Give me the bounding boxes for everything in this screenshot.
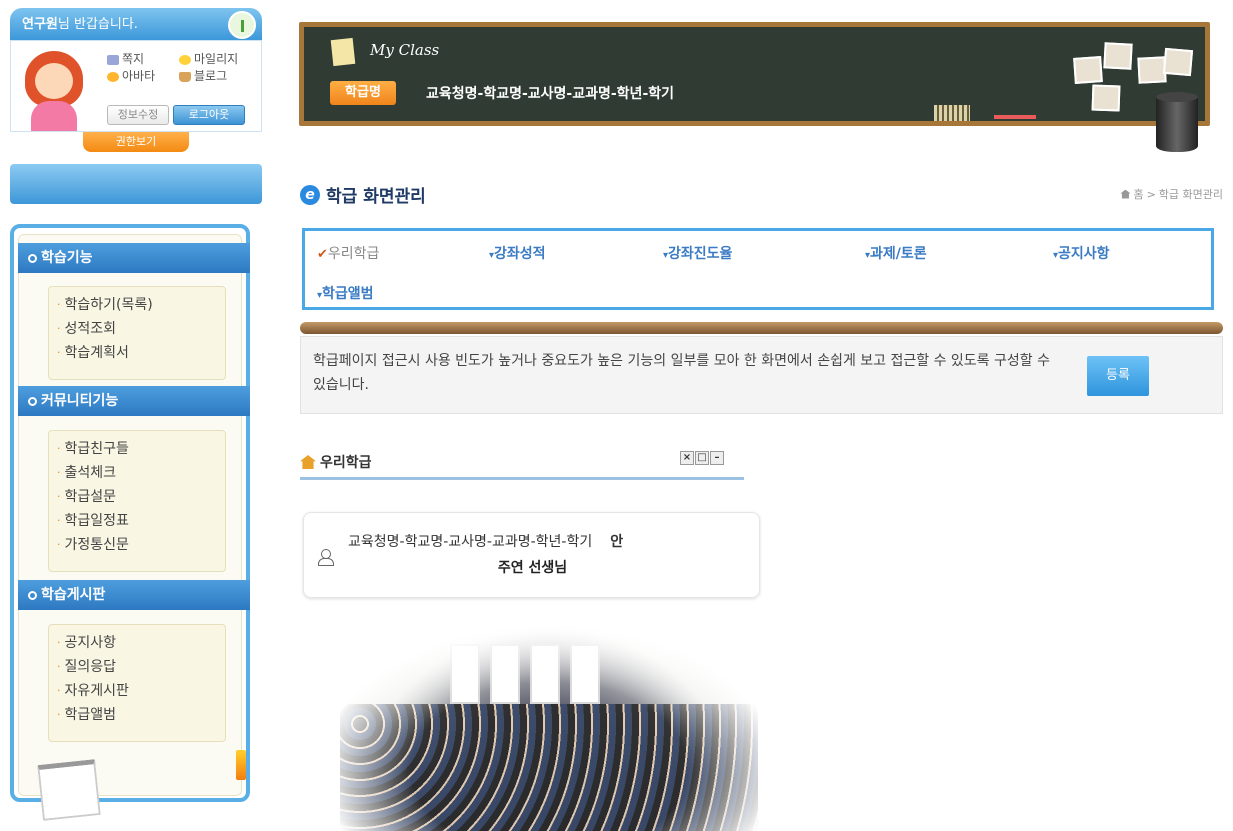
wood-divider — [300, 322, 1223, 334]
register-button[interactable]: 등록 — [1087, 356, 1149, 396]
sidebar-item-newsletter[interactable]: · 가정통신문 — [57, 533, 225, 557]
sidebar-item-survey[interactable]: · 학급설문 — [57, 485, 225, 509]
circle-icon — [28, 591, 37, 600]
tab-box: ✔우리학급 ▾강좌성적 ▾강좌진도율 ▾과제/토론 ▾공지사항 ▾학급앨범 — [302, 228, 1214, 310]
profile-menu: 쪽지 마일리지 아바타 블로그 — [107, 51, 257, 85]
avatar — [17, 45, 95, 131]
sidebar-item-free-board[interactable]: · 자유게시판 — [57, 679, 225, 703]
sidebar-item-notice[interactable]: · 공지사항 — [57, 631, 225, 655]
circle-icon — [28, 397, 37, 406]
circle-icon — [28, 254, 37, 263]
eraser-icon — [934, 105, 970, 121]
breadcrumb-home[interactable]: 홈 — [1133, 186, 1143, 202]
pen-cup-icon — [1156, 92, 1198, 152]
home-icon — [1120, 189, 1131, 199]
sidebar-list-community: · 학급친구들 · 출석체크 · 학급설문 · 학급일정표 · 가정통신문 — [48, 430, 226, 572]
sidebar-list-learning: · 학습하기(목록) · 성적조회 · 학습계획서 — [48, 286, 226, 380]
note-icon — [107, 54, 119, 65]
blog-icon — [179, 71, 191, 82]
chalk-icon — [994, 115, 1036, 119]
profile-menu-blog[interactable]: 블로그 — [179, 68, 251, 85]
sidebar-section-board: 학습게시판 — [18, 580, 250, 610]
sidebar-item-grades[interactable]: · 성적조회 — [57, 317, 225, 341]
teacher-name: 주연 선생님 — [497, 560, 568, 576]
edit-info-button[interactable]: 정보수정 — [107, 105, 169, 125]
tab-class-album[interactable]: ▾학급앨범 — [317, 283, 374, 303]
sidebar-list-board: · 공지사항 · 질의응답 · 자유게시판 · 학급앨범 — [48, 624, 226, 742]
chalkboard: My Class 학급명 교육청명-학교명-교사명-교과명-학년-학기 — [304, 27, 1205, 121]
profile-box: 연구원님 반갑습니다. 쪽지 마일리지 아바타 블로그 정보수정 로그아웃 권한… — [10, 8, 262, 152]
class-banner: My Class 학급명 교육청명-학교명-교사명-교과명-학년-학기 — [299, 22, 1210, 126]
page-title: e 학급 화면관리 — [300, 182, 426, 207]
close-icon[interactable]: × — [680, 451, 694, 465]
breadcrumb: 홈 > 학급 화면관리 — [1120, 186, 1223, 202]
sidebar-item-schedule[interactable]: · 학급일정표 — [57, 509, 225, 533]
class-name-tab: 학급명 — [330, 81, 396, 105]
tab-our-class[interactable]: ✔우리학급 — [317, 243, 379, 263]
tab-notices[interactable]: ▾공지사항 — [1053, 243, 1110, 263]
description-box: 학급페이지 접근시 사용 빈도가 높거나 중요도가 높은 기능의 일부를 모아 … — [300, 336, 1223, 414]
coin-icon — [179, 54, 191, 65]
profile-menu-mileage[interactable]: 마일리지 — [179, 51, 251, 68]
widget-controls: × □ – — [680, 451, 724, 465]
sidebar-section-community: 커뮤니티기능 — [18, 386, 250, 416]
user-name: 연구원 — [22, 17, 58, 32]
sidebar-item-album[interactable]: · 학급앨범 — [57, 703, 225, 727]
minimize-icon[interactable]: – — [710, 451, 724, 465]
widget-title: 우리학급 — [300, 452, 372, 472]
breadcrumb-separator: > — [1146, 187, 1156, 201]
e-badge-icon: e — [300, 184, 320, 205]
check-icon: ✔ — [317, 247, 328, 262]
profile-card: 쪽지 마일리지 아바타 블로그 정보수정 로그아웃 — [10, 40, 262, 132]
tab-course-progress[interactable]: ▾강좌진도율 — [663, 243, 732, 263]
description-text: 학급페이지 접근시 사용 빈도가 높거나 중요도가 높은 기능의 일부를 모아 … — [313, 353, 1050, 393]
memo-icon — [330, 37, 356, 67]
banner-class-info: 교육청명-학교명-교사명-교과명-학년-학기 — [426, 86, 675, 102]
profile-menu-note[interactable]: 쪽지 — [107, 51, 179, 68]
pencil-icon — [236, 750, 246, 780]
house-icon — [300, 455, 316, 469]
sidebar-blue-bar — [10, 164, 262, 204]
tab-assignments[interactable]: ▾과제/토론 — [865, 243, 927, 263]
smile-icon — [107, 71, 119, 82]
breadcrumb-current: 학급 화면관리 — [1158, 188, 1223, 201]
permission-button[interactable]: 권한보기 — [83, 132, 189, 152]
sidebar-item-study-plan[interactable]: · 학습계획서 — [57, 341, 225, 365]
notepad-icon — [37, 759, 101, 821]
sidebar-section-learning: 학습기능 — [18, 243, 250, 273]
banner-title: My Class — [370, 41, 440, 59]
widget-header: 우리학급 × □ – — [300, 448, 744, 480]
profile-menu-avatar[interactable]: 아바타 — [107, 68, 179, 85]
sprout-icon — [228, 11, 256, 39]
sidebar-item-classmates[interactable]: · 학급친구들 — [57, 437, 225, 461]
maximize-icon[interactable]: □ — [695, 451, 709, 465]
teacher-card: 교육청명-학교명-교사명-교과명-학년-학기 안 주연 선생님 — [303, 512, 760, 598]
welcome-bar: 연구원님 반갑습니다. — [10, 8, 262, 40]
sidebar-item-study-list[interactable]: · 학습하기(목록) — [57, 293, 225, 317]
greeting-text: 님 반갑습니다. — [57, 17, 138, 32]
class-photo — [340, 624, 758, 831]
logout-button[interactable]: 로그아웃 — [173, 105, 245, 125]
tab-course-grades[interactable]: ▾강좌성적 — [489, 243, 546, 263]
sidebar-item-qna[interactable]: · 질의응답 — [57, 655, 225, 679]
sidebar-item-attendance[interactable]: · 출석체크 — [57, 461, 225, 485]
teacher-class-info: 교육청명-학교명-교사명-교과명-학년-학기 안 — [348, 534, 624, 550]
